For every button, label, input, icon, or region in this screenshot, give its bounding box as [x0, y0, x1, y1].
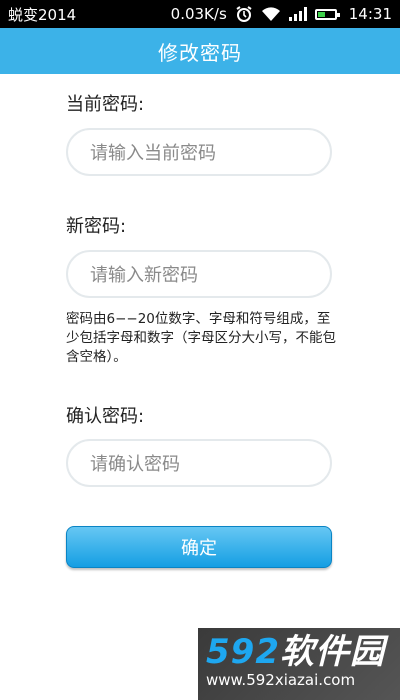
current-password-input[interactable]: 请输入当前密码 — [66, 128, 332, 176]
status-bar: 蜕变2014 0.03K/s 14:31 — [0, 0, 400, 28]
password-rule-hint: 密码由6−−20位数字、字母和符号组成，至少包括字母和数字（字母区分大小写，不能… — [66, 311, 336, 365]
network-speed: 0.03K/s — [170, 5, 227, 23]
battery-icon — [314, 8, 340, 20]
alarm-icon — [235, 5, 253, 23]
page-title: 修改密码 — [0, 28, 400, 74]
watermark-brand: 592软件园 — [206, 634, 392, 670]
wifi-icon — [261, 6, 281, 22]
submit-button[interactable]: 确定 — [66, 526, 332, 568]
new-password-input[interactable]: 请输入新密码 — [66, 250, 332, 298]
watermark-number: 592 — [206, 632, 280, 672]
carrier-name: 蜕变2014 — [8, 5, 77, 24]
confirm-password-input[interactable]: 请确认密码 — [66, 439, 332, 487]
current-password-label: 当前密码: — [66, 94, 145, 115]
clock-time: 14:31 — [348, 5, 392, 23]
watermark-logo: 592软件园 www.592xiazai.com — [198, 628, 400, 700]
signal-icon — [288, 7, 307, 21]
watermark-text: 软件园 — [279, 632, 385, 672]
confirm-password-label: 确认密码: — [66, 406, 145, 427]
watermark-url: www.592xiazai.com — [206, 671, 356, 689]
status-indicators: 0.03K/s 14:31 — [171, 5, 392, 23]
new-password-label: 新密码: — [66, 216, 127, 237]
